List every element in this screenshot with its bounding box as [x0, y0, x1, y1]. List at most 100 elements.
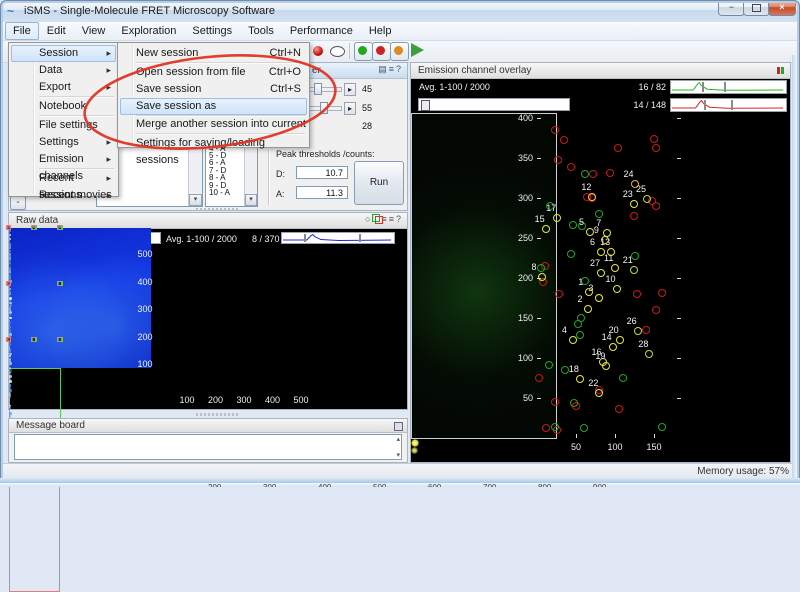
peak-circle — [633, 290, 641, 298]
roi-handle[interactable] — [57, 281, 62, 286]
menu-item-new-session[interactable]: New sessionCtrl+N — [120, 45, 307, 62]
peak-circle — [595, 294, 603, 302]
roi-handle[interactable] — [6, 225, 11, 230]
maximize-button[interactable] — [743, 0, 770, 16]
emission-frame-slider[interactable] — [418, 98, 570, 111]
help-icon[interactable]: ? — [396, 64, 403, 74]
peak-circle — [586, 228, 594, 236]
play-icon[interactable] — [411, 43, 424, 57]
menubar-item-exploration[interactable]: Exploration — [113, 22, 184, 40]
menu-item-emission-channels[interactable]: Emission channels▸ — [11, 151, 116, 168]
peak-circle — [652, 306, 660, 314]
close-button[interactable]: × — [768, 0, 796, 16]
menubar-item-file[interactable]: File — [5, 22, 39, 40]
peak-number-label: 17 — [546, 203, 556, 213]
green-circle-toggle[interactable] — [354, 42, 373, 61]
peak-circle — [551, 398, 559, 406]
menu-item-save-session[interactable]: Save session Ctrl+S — [120, 81, 307, 98]
y-tick — [677, 198, 681, 199]
menubar-item-edit[interactable]: Edit — [39, 22, 74, 40]
red-circle-toggle[interactable] — [372, 42, 391, 61]
peak-circle — [569, 336, 577, 344]
circle-icon[interactable]: ○ — [365, 214, 372, 224]
roi-handle[interactable] — [57, 225, 62, 230]
red-sphere-icon[interactable] — [313, 46, 323, 56]
roi-handle[interactable] — [31, 337, 36, 342]
overlay-channels-icon[interactable] — [372, 214, 381, 222]
help-icon[interactable]: ? — [396, 214, 403, 224]
menu-item-export[interactable]: Export▸ — [11, 79, 116, 96]
menu-item-label: Notebook — [39, 98, 86, 115]
menu-item-recent-sessions[interactable]: Recent sessions▸ — [11, 170, 116, 187]
menu-item-file-settings[interactable]: File settings — [11, 117, 116, 134]
menu-item-recent-movies[interactable]: Recent movies▸ — [11, 187, 116, 204]
menu-item-settings[interactable]: Settings▸ — [11, 134, 116, 151]
peak-circle — [602, 362, 610, 370]
contrast-limit-bar[interactable] — [704, 100, 706, 110]
x-tick-label: 150 — [644, 442, 664, 452]
roi-handle[interactable] — [6, 337, 11, 342]
red-roi[interactable] — [9, 480, 60, 592]
menu-item-save-session-as[interactable]: Save session as — [120, 98, 307, 115]
peak-circle — [555, 290, 563, 298]
scroll-down-icon[interactable]: ▾ — [245, 194, 257, 206]
roi-handle[interactable] — [6, 281, 11, 286]
menu-icon[interactable]: ≡ — [389, 214, 396, 224]
menu-item-label: Save session — [136, 81, 201, 98]
roi-handle[interactable] — [57, 337, 62, 342]
emission-plot[interactable]: 4003503002502001501005050100150123456789… — [411, 113, 790, 462]
red-green-channels-icon[interactable] — [777, 67, 785, 74]
green-intensity-histogram[interactable] — [670, 80, 787, 94]
slider-right-arrow[interactable]: ▸ — [344, 83, 356, 96]
peak-number-label: 19 — [595, 351, 605, 361]
menubar-item-performance[interactable]: Performance — [282, 22, 361, 40]
menu-item-open-session-from-file[interactable]: Open session from fileCtrl+O — [120, 64, 307, 81]
orange-circle-toggle[interactable] — [390, 42, 409, 61]
a-threshold-field[interactable]: 11.3 — [296, 186, 348, 199]
contrast-limit-bar[interactable] — [724, 82, 726, 92]
raw-image-plot[interactable]: 500400300200100100200300400500 — [9, 228, 407, 409]
list-item[interactable]: 10 - A — [209, 189, 230, 197]
red-intensity-histogram[interactable] — [670, 98, 787, 112]
emission-axes[interactable] — [411, 113, 557, 439]
pin-icon[interactable] — [394, 422, 403, 431]
slider-right-arrow[interactable]: ▸ — [344, 102, 356, 115]
contrast-limit-bar[interactable] — [702, 82, 704, 92]
minimize-button[interactable]: − — [718, 0, 745, 16]
scroll-down-icon[interactable]: ▾ — [396, 451, 400, 459]
peak-circle — [542, 225, 550, 233]
run-button[interactable]: Run — [354, 161, 404, 205]
menubar-item-settings[interactable]: Settings — [184, 22, 240, 40]
scroll-down-icon[interactable]: ▾ — [189, 194, 202, 206]
peak-number-label: 1 — [578, 277, 583, 287]
frame-slider-thumb[interactable] — [421, 100, 430, 111]
lasso-icon[interactable] — [330, 46, 345, 57]
menu-item-shortcut: Ctrl+S — [270, 81, 301, 98]
menu-icon[interactable]: ≡ — [389, 64, 396, 74]
menubar-item-tools[interactable]: Tools — [240, 22, 282, 40]
menu-item-notebook[interactable]: Notebook — [11, 98, 116, 115]
menubar-item-view[interactable]: View — [74, 22, 114, 40]
menu-item-data[interactable]: Data▸ — [11, 62, 116, 79]
splitter-grip[interactable] — [196, 208, 240, 211]
message-textarea[interactable]: ▴ ▾ — [14, 434, 402, 460]
contrast-limit-bar[interactable] — [731, 100, 733, 110]
splitter-grip[interactable] — [196, 413, 240, 416]
peak-number-label: 6 — [590, 237, 595, 247]
y-tick — [677, 318, 681, 319]
y-tick — [677, 398, 681, 399]
save-icon[interactable]: ▤ — [378, 64, 389, 74]
peak-circle — [569, 221, 577, 229]
slider-thumb[interactable] — [314, 83, 322, 95]
menu-item-session[interactable]: Session▸ — [11, 45, 116, 62]
roi-handle[interactable] — [31, 225, 36, 230]
menu-item-settings-for-saving/loading-sessions[interactable]: Settings for saving/loading sessions — [120, 135, 307, 152]
green-count-label: 16 / 82 — [636, 82, 666, 92]
menubar-item-help[interactable]: Help — [361, 22, 400, 40]
menu-item-merge-another-session-into-current[interactable]: Merge another session into current — [120, 116, 307, 133]
background-axis-number: 700 — [483, 483, 496, 487]
slider-thumb[interactable] — [320, 102, 328, 114]
menu-item-label: Session — [39, 45, 78, 62]
peak-number-label: 13 — [600, 237, 610, 247]
scroll-up-icon[interactable]: ▴ — [396, 435, 400, 443]
